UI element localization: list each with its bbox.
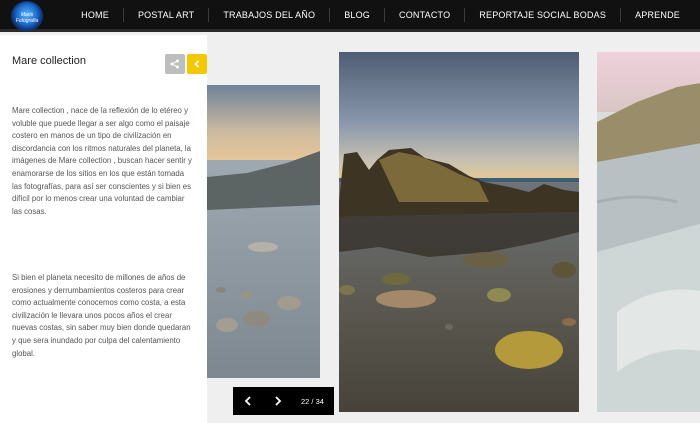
- nav-item-aprende[interactable]: APRENDE: [621, 8, 700, 22]
- slide-counter: 22 / 34: [301, 396, 324, 406]
- nav-item-reportaje-social-bodas[interactable]: REPORTAJE SOCIAL BODAS: [465, 8, 622, 22]
- next-photo[interactable]: [597, 52, 700, 412]
- top-navigation-bar: Maris Fotografia HOME POSTAL ART TRABAJO…: [0, 0, 700, 32]
- photo-gallery: [207, 35, 700, 423]
- main-nav: HOME POSTAL ART TRABAJOS DEL AÑO BLOG CO…: [67, 0, 700, 30]
- nav-item-trabajos-del-ano[interactable]: TRABAJOS DEL AÑO: [209, 8, 331, 22]
- slider-controls: 22 / 34: [233, 387, 334, 415]
- collapse-panel-button[interactable]: [187, 54, 207, 74]
- previous-photo[interactable]: [207, 85, 320, 378]
- previous-button[interactable]: [233, 387, 263, 415]
- current-photo[interactable]: [339, 52, 579, 412]
- logo-text: Maris Fotografia: [15, 12, 39, 24]
- nav-item-contacto[interactable]: CONTACTO: [385, 8, 466, 22]
- share-icon: [170, 59, 179, 69]
- chevron-left-icon: [194, 60, 200, 68]
- nav-item-home[interactable]: HOME: [67, 8, 124, 22]
- collection-title: Mare collection: [12, 55, 86, 67]
- chevron-right-icon: [275, 396, 282, 406]
- share-button[interactable]: [165, 54, 185, 74]
- next-button[interactable]: [263, 387, 293, 415]
- chevron-left-icon: [244, 396, 251, 406]
- collection-description-1: Mare collection , nace de la reflexión d…: [12, 106, 192, 216]
- nav-item-blog[interactable]: BLOG: [330, 8, 386, 22]
- collection-info-panel: Mare collection Mare collection , nace d…: [0, 35, 207, 423]
- site-logo[interactable]: Maris Fotografia: [12, 2, 42, 30]
- nav-item-postal-art[interactable]: POSTAL ART: [124, 8, 210, 22]
- collection-description-2: Si bien el planeta necesito de millones …: [12, 273, 191, 358]
